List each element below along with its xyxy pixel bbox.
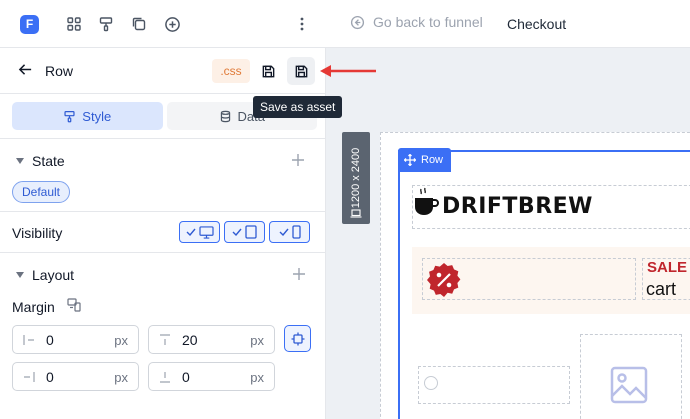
back-to-funnel-label: Go back to funnel [373, 14, 483, 30]
annotation-arrow-icon [320, 65, 376, 77]
back-circle-icon [350, 15, 365, 29]
mobile-icon [291, 225, 301, 239]
divider [0, 252, 325, 253]
sale-heading: SALE [647, 259, 688, 276]
panel-header: Row .css [0, 48, 325, 94]
save-icon [295, 65, 307, 77]
visibility-tablet-toggle[interactable] [224, 221, 265, 243]
grid-icon[interactable] [64, 14, 84, 34]
margin-top-unit: px [250, 333, 264, 348]
laptop-icon [350, 209, 362, 218]
visibility-mobile-toggle[interactable] [269, 221, 310, 243]
canvas-size-badge: 1200 x 2400 [342, 132, 370, 224]
link-margins-button[interactable] [284, 325, 311, 352]
divider [0, 211, 325, 212]
state-default-chip[interactable]: Default [12, 181, 70, 203]
margin-right-icon [24, 372, 35, 382]
state-section-header[interactable]: State [16, 153, 65, 169]
margin-bottom-value: 0 [182, 369, 190, 385]
margin-bottom-icon [160, 372, 170, 383]
percent-badge-icon [427, 263, 461, 297]
margin-top-value: 20 [182, 332, 198, 348]
margin-right-unit: px [114, 370, 128, 385]
paint-roller-icon[interactable] [96, 14, 116, 34]
margin-top-icon [160, 334, 170, 345]
row-tag-label: Row [421, 154, 444, 166]
add-circle-icon[interactable] [162, 14, 182, 34]
margin-bottom-field[interactable]: 0 px [148, 362, 275, 391]
margin-left-value: 0 [46, 332, 54, 348]
state-title: State [32, 153, 65, 169]
css-button[interactable]: .css [212, 59, 250, 83]
database-icon [220, 110, 230, 122]
margin-top-field[interactable]: 20 px [148, 325, 275, 354]
margin-bottom-unit: px [250, 370, 264, 385]
current-page-name: Checkout [507, 16, 567, 32]
more-vertical-icon[interactable] [292, 14, 312, 34]
margin-label: Margin [12, 299, 55, 315]
caret-down-icon [16, 158, 24, 164]
check-icon [186, 228, 196, 236]
coffee-cup-icon [415, 187, 439, 215]
paint-roller-icon [64, 110, 75, 122]
brand-logo-text: DRIFTBREW [442, 194, 593, 219]
add-layout-icon[interactable] [292, 267, 306, 281]
margin-right-field[interactable]: 0 px [12, 362, 139, 391]
save-as-asset-tooltip: Save as asset [253, 96, 343, 118]
tablet-icon [245, 225, 257, 239]
caret-down-icon [16, 272, 24, 278]
visibility-desktop-toggle[interactable] [179, 221, 220, 243]
divider [0, 138, 325, 139]
layout-section-header[interactable]: Layout [16, 267, 74, 283]
margin-left-icon [23, 335, 34, 345]
save-as-asset-button[interactable] [287, 57, 315, 85]
image-placeholder-icon [610, 366, 648, 404]
link-sides-icon [291, 332, 304, 345]
move-icon [404, 154, 416, 166]
back-to-funnel-link[interactable]: Go back to funnel [350, 14, 483, 30]
margin-left-field[interactable]: 0 px [12, 325, 139, 354]
radio-button[interactable] [424, 376, 438, 390]
tab-style-label: Style [82, 108, 112, 124]
layout-title: Layout [32, 267, 75, 283]
row-tag[interactable]: Row [398, 148, 452, 172]
arrow-left-icon[interactable] [18, 62, 33, 82]
tab-style[interactable]: Style [12, 102, 163, 130]
panel-title: Row [45, 63, 74, 79]
margin-right-value: 0 [46, 369, 54, 385]
desktop-icon [198, 225, 214, 239]
save-icon [262, 65, 274, 77]
editor-canvas[interactable]: 1200 x 2400 Row DRIFTBREW SALE cart [326, 48, 690, 419]
responsive-devices-icon[interactable] [67, 298, 81, 312]
check-icon [232, 228, 242, 236]
add-state-icon[interactable] [291, 153, 305, 167]
app-logo[interactable]: F [20, 15, 39, 34]
cart-text: cart [646, 279, 677, 299]
option-block[interactable] [418, 366, 570, 404]
check-icon [279, 228, 289, 236]
copy-icon[interactable] [129, 14, 149, 34]
visibility-label: Visibility [12, 225, 63, 241]
margin-left-unit: px [114, 333, 128, 348]
top-toolbar: F Go back to funnel Checkout [0, 0, 690, 48]
canvas-size-label: 1200 x 2400 [350, 147, 362, 209]
save-button[interactable] [256, 59, 280, 83]
